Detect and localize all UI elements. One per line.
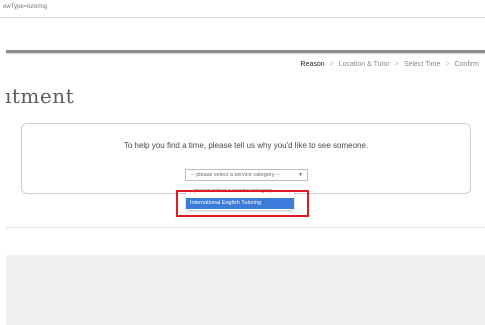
service-category-select[interactable]: -- please select a service category -- ▼ [185,169,308,181]
step-reason: Reason [300,60,325,68]
step-separator: > [329,60,334,68]
step-separator: > [445,60,450,68]
step-select-time: Select Time [403,60,441,68]
booking-steps-breadcrumb: Reason > Location & Tutor > Select Time … [301,58,480,70]
step-location-tutor: Location & Tutor [338,60,390,68]
reason-prompt: To help you find a time, please tell us … [123,141,369,150]
header-divider-light [6,53,485,54]
content-divider [6,227,485,228]
header-band [0,18,485,50]
chevron-down-icon: ▼ [298,172,303,178]
browser-address-bar[interactable]: ewType=tutoring [0,0,485,18]
footer-area [6,255,485,325]
reason-panel: To help you find a time, please tell us … [21,123,471,194]
service-category-selected-value: -- please select a service category -- [191,172,280,178]
highlight-annotation-box [176,190,309,217]
url-text: ewType=tutoring [3,4,48,10]
page-title: ıtment [5,84,75,108]
step-confirm: Confirm [454,60,479,68]
step-separator: > [394,60,399,68]
